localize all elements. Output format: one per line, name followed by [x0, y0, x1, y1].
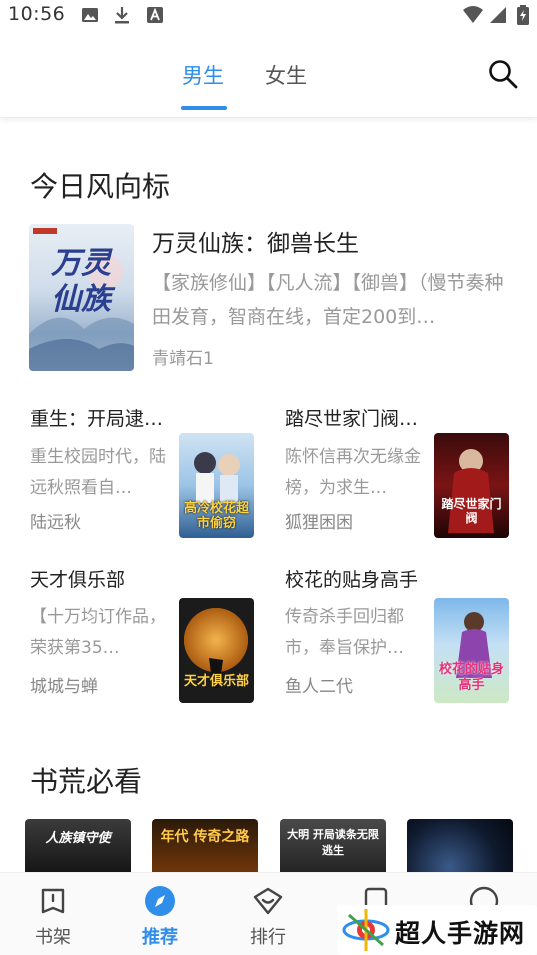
- book-author: 狐狸困困: [285, 513, 353, 533]
- book-cover[interactable]: 人族镇守使: [25, 819, 131, 879]
- wifi-icon: [463, 6, 483, 23]
- book-author: 城城与蝉: [30, 677, 98, 697]
- watermark-icon: [342, 909, 390, 951]
- cover-title: 人族镇守使: [45, 831, 111, 846]
- app-notification-icon: [147, 7, 163, 23]
- book-title[interactable]: 校花的贴身高手: [285, 565, 418, 592]
- book-description: 【十万均订作品，荣获第35…: [30, 607, 166, 658]
- book-description: 重生校园时代，陆远秋照看自…: [30, 447, 166, 498]
- book-cover[interactable]: 校花的贴身高手: [434, 598, 509, 703]
- nav-label: 排行: [250, 927, 286, 948]
- cover-title: 年代 传奇之路: [160, 829, 250, 845]
- watermark-logo: 超人手游网: [337, 905, 537, 955]
- book-cover[interactable]: 天才俱乐部: [179, 598, 254, 703]
- featured-cover-title: 万灵仙族: [51, 246, 111, 317]
- tab-female[interactable]: 女生: [265, 60, 307, 90]
- compass-icon: [145, 886, 175, 916]
- nav-ranking[interactable]: 排行: [228, 873, 308, 955]
- active-tab-indicator: [181, 106, 227, 110]
- book-cover[interactable]: 踏尽世家门阀: [434, 433, 509, 538]
- book-description: 陈怀信再次无缘金榜，为求生…: [285, 447, 421, 498]
- book-author: 鱼人二代: [285, 677, 353, 697]
- signal-icon: [490, 7, 506, 23]
- book-cover[interactable]: 高冷校花超市偷窃: [179, 433, 254, 538]
- image-notification-icon: [82, 8, 98, 22]
- book-cover[interactable]: [407, 819, 513, 879]
- status-bar: 10:56: [0, 0, 537, 30]
- book-author: 陆远秋: [30, 513, 81, 533]
- top-tab-bar: 男生 女生: [0, 30, 537, 118]
- cover-title: 天才俱乐部: [183, 674, 249, 689]
- status-time: 10:56: [8, 3, 66, 25]
- section-title-vane: 今日风向标: [30, 170, 171, 203]
- book-icon: [41, 888, 65, 914]
- cover-title: 踏尽世家门阀: [441, 497, 502, 525]
- book-title[interactable]: 天才俱乐部: [30, 565, 125, 592]
- featured-book-title[interactable]: 万灵仙族：御兽长生: [152, 224, 359, 258]
- battery-icon: [517, 5, 529, 25]
- featured-book-description: 【家族修仙】【凡人流】【御兽】（慢节奏种田发育，智商在线，首定200到…: [152, 272, 504, 328]
- nav-recommend[interactable]: 推荐: [120, 873, 200, 955]
- cover-title: 校花的贴身高手: [438, 662, 504, 693]
- cover-title: 高冷校花超市偷窃: [183, 501, 249, 531]
- book-title[interactable]: 踏尽世家门阀…: [285, 404, 418, 431]
- book-cover[interactable]: 大明 开局读条无限逃生: [280, 819, 386, 879]
- nav-label: 书架: [35, 927, 71, 948]
- nav-bookshelf[interactable]: 书架: [13, 873, 93, 955]
- download-icon: [115, 7, 129, 24]
- featured-book-author: 青靖石1: [152, 349, 214, 369]
- book-cover[interactable]: 年代 传奇之路: [152, 819, 258, 879]
- featured-book-cover[interactable]: 万灵仙族: [29, 224, 134, 371]
- section-title-must-read: 书荒必看: [30, 765, 143, 798]
- tab-male[interactable]: 男生: [182, 60, 224, 90]
- watermark-text: 超人手游网: [395, 919, 526, 948]
- book-title[interactable]: 重生：开局逮…: [30, 404, 163, 431]
- nav-label: 推荐: [142, 927, 178, 948]
- cover-title: 大明 开局读条无限逃生: [287, 828, 379, 857]
- ranking-icon: [253, 887, 283, 915]
- search-icon[interactable]: [486, 57, 520, 91]
- book-description: 传奇杀手回归都市，奉旨保护…: [285, 607, 404, 658]
